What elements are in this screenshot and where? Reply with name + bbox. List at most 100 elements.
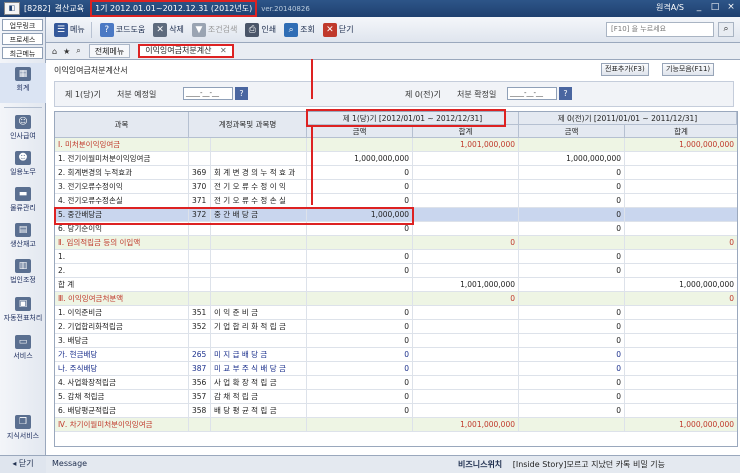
cell-prev: 0 (519, 404, 625, 417)
cell-code (189, 278, 211, 291)
header-band: 제 1(당)기 처분 예정일 ____-__-__ ? 제 0(전)기 처분 확… (54, 81, 734, 107)
current-date-input[interactable]: ____-__-__ (183, 87, 233, 100)
cell-prev (519, 278, 625, 291)
table-row[interactable]: 2. 회계변경의 누적효과 369 회 계 변 경 의 누 적 효 과00 (55, 166, 737, 180)
worker-icon: ☻ (15, 151, 31, 165)
cell-cur: 1,000,000 (307, 208, 413, 221)
close-window-icon[interactable]: × (724, 2, 738, 14)
nav-label: 지식서비스 (6, 432, 40, 440)
table-row[interactable]: 4. 전기오류수정손실 371 전 기 오 류 수 정 손 실00 (55, 194, 737, 208)
lp-tab-worklink[interactable]: 업무링크 (2, 19, 43, 31)
table-row[interactable]: 합 계 1,001,000,000 1,000,000,000 (55, 278, 737, 292)
cell-name: Ⅳ. 차기이월미처분이익잉여금 (55, 418, 189, 431)
cell-cur: 0 (307, 306, 413, 319)
table-row[interactable]: 나. 주식배당 387 미 교 부 주 식 배 당 금00 (55, 362, 737, 376)
lp-tab-process[interactable]: 프로세스 (2, 33, 43, 45)
home-icon[interactable]: ⌂ (52, 47, 57, 56)
search-icon[interactable]: ⌕ (76, 46, 80, 56)
condition-search-button[interactable]: ▼ 조건검색 (191, 22, 238, 37)
table-row[interactable]: 3. 전기오류수정이익 370 전 기 오 류 수 정 이 익00 (55, 180, 737, 194)
cell-acct: 전 기 오 류 수 정 손 실 (211, 194, 307, 207)
current-date-help-icon[interactable]: ? (235, 87, 248, 100)
table-row[interactable]: 가. 현금배당 265 미 지 급 배 당 금00 (55, 348, 737, 362)
table-row[interactable]: 1. 0 0 (55, 250, 737, 264)
nav-item-logistics[interactable]: ▬ 물류관리 (0, 187, 46, 213)
cell-prev: 0 (519, 334, 625, 347)
nav-item-daily-labor[interactable]: ☻ 일용노무 (0, 151, 46, 177)
nav-item-service[interactable]: ▭ 서비스 (0, 335, 46, 361)
panel-close-button[interactable]: ◂ 닫기 (0, 455, 46, 473)
table-row[interactable]: 1. 이익준비금 351 이 익 준 비 금00 (55, 306, 737, 320)
search-button[interactable]: ⌕ 조회 (284, 22, 315, 37)
lp-tab-recent[interactable]: 최근메뉴 (2, 47, 43, 59)
table-row[interactable]: 4. 사업확장적립금 356 사 업 확 장 적 립 금00 (55, 376, 737, 390)
cell-prevtot (625, 362, 737, 375)
section-row[interactable]: Ⅲ. 이익잉여금처분액 0 0 (55, 292, 737, 306)
cell-cur: 1,000,000,000 (307, 152, 413, 165)
print-button[interactable]: ⎙ 인쇄 (245, 22, 276, 37)
table-row[interactable]: 2. 기업합리화적립금 352 기 업 합 리 화 적 립 금00 (55, 320, 737, 334)
close-tab-icon[interactable]: ✕ (220, 46, 227, 55)
tab-all-menu[interactable]: 전체메뉴 (88, 44, 131, 58)
maximize-icon[interactable]: □ (708, 2, 722, 14)
table-row[interactable]: 2. 0 0 (55, 264, 737, 278)
cell-name: 1. 이익준비금 (55, 306, 189, 319)
cell-acct: 이 익 준 비 금 (211, 306, 307, 319)
star-icon[interactable]: ★ (63, 47, 70, 56)
section-row[interactable]: Ⅱ. 임의적립금 등의 이입액 0 0 (55, 236, 737, 250)
table-row[interactable]: 3. 배당금 0 0 (55, 334, 737, 348)
search-label: 조회 (300, 25, 315, 34)
page-title: 이익잉여금처분계산서 (54, 66, 128, 75)
remote-support-link[interactable]: 원격A/S (656, 2, 684, 13)
table-row[interactable]: 6. 당기순이익 0 0 (55, 222, 737, 236)
nav-item-knowledge[interactable]: ❐ 지식서비스 (0, 415, 46, 441)
cell-name: 2. 회계변경의 누적효과 (55, 166, 189, 179)
code-help-button[interactable]: ? 코드도움 (99, 22, 145, 37)
business-news[interactable]: 비즈니스위치 [Inside Story]모르고 지났던 카톡 비밀 기능 (458, 459, 665, 470)
minimize-icon[interactable]: _ (692, 2, 706, 14)
nav-item-auto-voucher[interactable]: ▣ 자동전표처리 (0, 297, 46, 323)
nav-item-payroll[interactable]: ☺ 인사급여 (0, 115, 46, 141)
table-row[interactable]: 5. 중간배당금 372 중 간 배 당 금 1,000,000 0 (55, 208, 737, 222)
nav-item-production[interactable]: ▤ 생산재고 (0, 223, 46, 249)
table-row[interactable]: 1. 전기이월미처분이익잉여금 1,000,000,000 1,000,000,00… (55, 152, 737, 166)
section-row[interactable]: Ⅳ. 차기이월미처분이익잉여금 1,001,000,000 1,000,000,00… (55, 418, 737, 432)
nav-item-corporate[interactable]: ▥ 법인조정 (0, 259, 46, 285)
cell-prevtot: 1,000,000,000 (679, 420, 734, 429)
header-cur-amount: 금액 (307, 125, 413, 138)
tab-retained-earnings[interactable]: 이익잉여금처분계산 ✕ (138, 44, 234, 58)
cell-curtot: 1,001,000,000 (413, 418, 519, 431)
cell-curtot (413, 348, 519, 361)
close-button[interactable]: ✕ 닫기 (322, 22, 354, 37)
menu-button[interactable]: ☰ 메뉴 (54, 22, 85, 37)
cell-prevtot (625, 264, 737, 277)
cell-prevtot: 1,000,000,000 (679, 280, 734, 289)
add-voucher-button[interactable]: 전표추가(F3) (601, 63, 649, 76)
cell-cur: 0 (307, 376, 413, 389)
function-menu-button[interactable]: 기능모음(F11) (662, 63, 715, 76)
cell-acct (211, 264, 307, 277)
table-row[interactable]: 6. 배당평균적립금 358 배 당 평 균 적 립 금00 (55, 404, 737, 418)
cell-name: 5. 중간배당금 (55, 208, 189, 221)
cell-acct (211, 236, 307, 249)
table-row[interactable]: 5. 감채 적립금 357 감 채 적 립 금00 (55, 390, 737, 404)
truck-icon: ▬ (15, 187, 31, 201)
biz-label: 비즈니스위치 (458, 460, 503, 469)
cell-acct: 회 계 변 경 의 누 적 효 과 (211, 166, 307, 179)
cell-acct (211, 292, 307, 305)
prev-date-input[interactable]: ____-__-__ (507, 87, 557, 100)
prev-date-help-icon[interactable]: ? (559, 87, 572, 100)
cell-acct: 전 기 오 류 수 정 이 익 (211, 180, 307, 193)
cell-curtot (413, 334, 519, 347)
close-label: 닫기 (18, 459, 34, 468)
cell-prev (519, 418, 625, 431)
delete-button[interactable]: ✕ 삭제 (153, 22, 184, 37)
condition-label: 조건검색 (207, 25, 238, 34)
cell-code: 265 (189, 348, 211, 361)
cell-prev: 0 (519, 208, 625, 221)
f10-search-icon[interactable]: ⌕ (718, 22, 734, 37)
cell-curtot (413, 306, 519, 319)
section-row[interactable]: Ⅰ. 미처분이익잉여금 1,001,000,000 1,000,000,000 (55, 138, 737, 152)
nav-item-accounting[interactable]: ▦ 회계 (0, 63, 46, 103)
f10-search-input[interactable]: [F10] 을 누르세요 (606, 22, 714, 37)
